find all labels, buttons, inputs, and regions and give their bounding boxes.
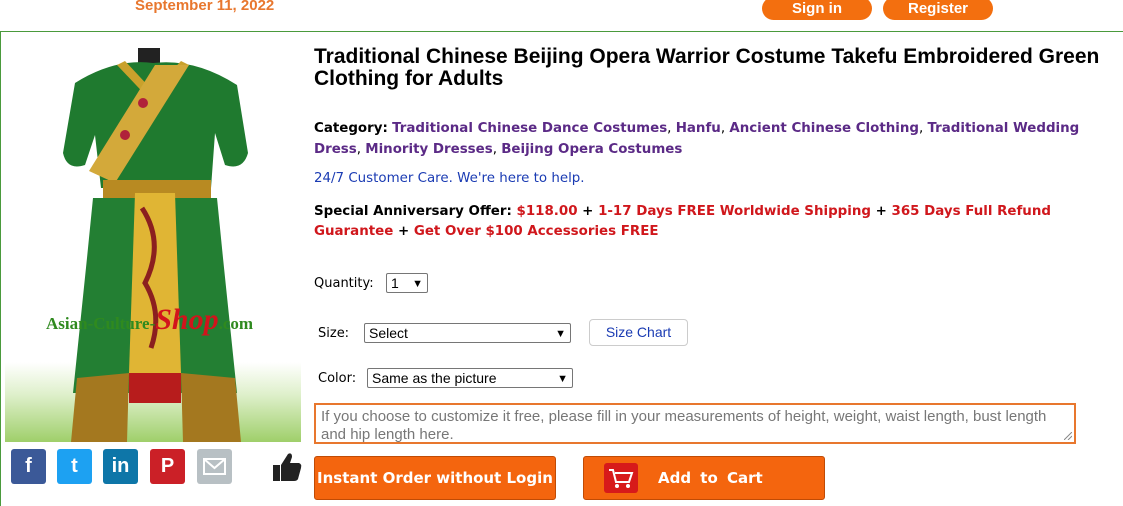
pinterest-icon: P <box>160 455 175 477</box>
offer-price: $118.00 <box>516 204 578 219</box>
costume-illustration <box>63 48 248 442</box>
size-chart-button[interactable]: Size Chart <box>589 319 688 346</box>
offer-label: Special Anniversary Offer: <box>314 204 512 219</box>
color-label: Color: <box>318 371 357 386</box>
email-share-button[interactable] <box>197 449 232 484</box>
register-button[interactable]: Register <box>883 0 993 20</box>
measurements-textarea[interactable]: If you choose to customize it free, plea… <box>314 403 1076 444</box>
add-to-cart-button[interactable]: Add to Cart <box>583 456 825 500</box>
twitter-icon: t <box>71 455 78 477</box>
quantity-select[interactable]: 1 ▼ <box>386 273 428 293</box>
category-link[interactable]: Minority Dresses <box>365 142 492 157</box>
category-link[interactable]: Hanfu <box>676 121 721 136</box>
category-label: Category: <box>314 121 388 136</box>
category-link[interactable]: Ancient Chinese Clothing <box>729 121 919 136</box>
thumbs-up-icon[interactable] <box>272 451 302 483</box>
category-line: Category: Traditional Chinese Dance Cost… <box>314 121 1080 157</box>
product-title: Traditional Chinese Beijing Opera Warrio… <box>314 45 1100 90</box>
offer-shipping: 1-17 Days FREE Worldwide Shipping <box>598 204 871 219</box>
linkedin-icon: in <box>111 455 130 477</box>
color-value: Same as the picture <box>372 370 497 386</box>
twitter-share-button[interactable]: t <box>57 449 92 484</box>
linkedin-share-button[interactable]: in <box>103 449 138 484</box>
instant-order-button[interactable]: Instant Order without Login <box>314 456 556 500</box>
quantity-value: 1 <box>391 275 399 291</box>
category-link[interactable]: Traditional Chinese Dance Costumes <box>392 121 667 136</box>
quantity-label: Quantity: <box>314 276 374 291</box>
special-offer: Special Anniversary Offer: $118.00 + 1-1… <box>314 204 1051 239</box>
pinterest-share-button[interactable]: P <box>150 449 185 484</box>
customer-care-link[interactable]: 24/7 Customer Care. We're here to help. <box>314 171 585 186</box>
watermark: Asian-Culture-Shop.com <box>46 303 254 336</box>
resize-handle-icon[interactable] <box>1064 432 1072 440</box>
sign-in-button[interactable]: Sign in <box>762 0 872 20</box>
chevron-down-icon: ▼ <box>555 328 566 340</box>
category-link[interactable]: Beijing Opera Costumes <box>501 142 682 157</box>
size-select[interactable]: Select ▼ <box>364 323 571 343</box>
color-select[interactable]: Same as the picture ▼ <box>367 368 573 388</box>
product-image[interactable]: Asian-Culture-Shop.com <box>5 43 301 442</box>
facebook-icon: f <box>25 455 32 477</box>
offer-accessories: Get Over $100 Accessories FREE <box>413 224 659 239</box>
date-text: September 11, 2022 <box>135 0 275 14</box>
size-value: Select <box>369 325 408 341</box>
size-label: Size: <box>318 326 350 341</box>
email-icon <box>203 458 226 475</box>
chevron-down-icon: ▼ <box>557 373 568 385</box>
chevron-down-icon: ▼ <box>412 278 423 290</box>
shopping-cart-icon <box>604 463 638 493</box>
measurements-placeholder: If you choose to customize it free, plea… <box>321 408 1047 443</box>
facebook-share-button[interactable]: f <box>11 449 46 484</box>
add-to-cart-label: Add to Cart <box>658 469 763 487</box>
